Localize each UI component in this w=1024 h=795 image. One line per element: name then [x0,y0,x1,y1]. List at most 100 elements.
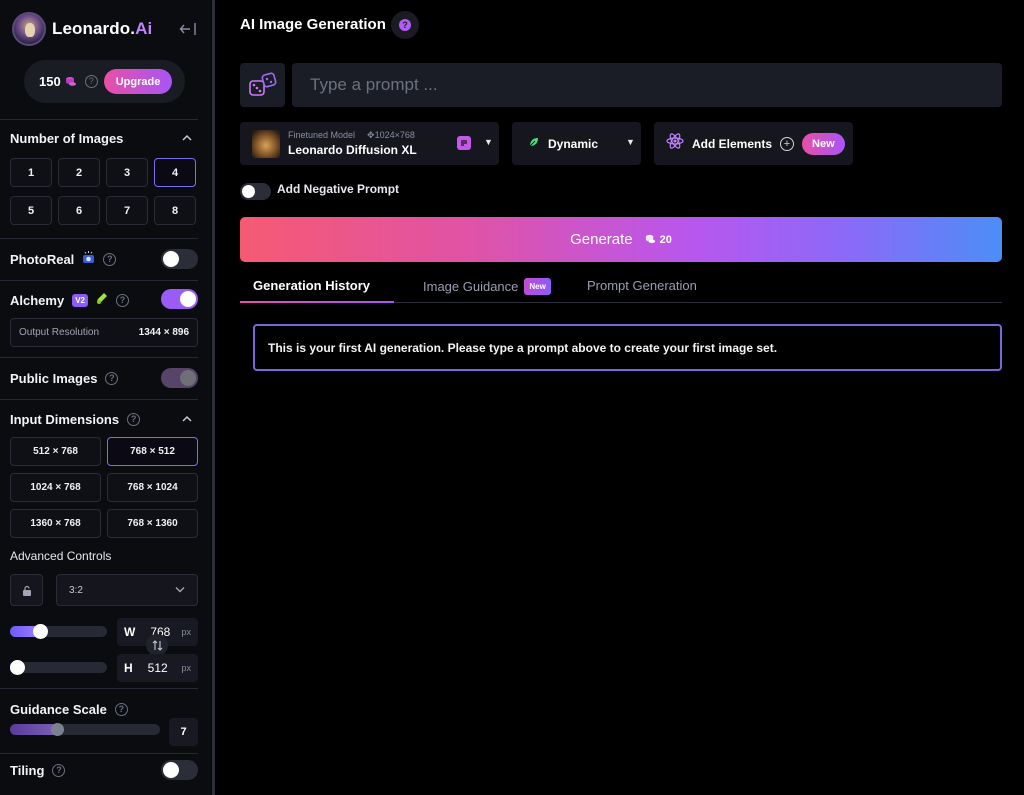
guidance-scale-slider[interactable] [10,723,160,736]
divider [0,688,198,689]
dimension-option[interactable]: 1360 × 768 [10,509,101,538]
aspect-lock-button[interactable] [10,574,43,606]
num-images-1[interactable]: 1 [10,158,52,187]
sidebar-border [212,0,215,795]
generation-tabs: Generation History Image Guidance New Pr… [240,270,1002,303]
flask-icon [96,292,108,308]
public-images-row: Public Images ? [10,371,119,386]
num-images-7[interactable]: 7 [106,196,148,225]
collapse-number-of-images-icon[interactable] [182,133,192,143]
dimension-option[interactable]: 768 × 1360 [107,509,198,538]
model-meta: Finetuned Model ✥1024×768 [288,130,417,141]
upgrade-button[interactable]: Upgrade [103,69,173,94]
number-of-images-title: Number of Images [10,131,124,146]
advanced-controls-label: Advanced Controls [10,549,112,563]
preset-style-label: Dynamic [548,136,599,151]
token-icon [65,76,77,88]
tab-generation-history[interactable]: Generation History [253,278,370,293]
tab-image-guidance[interactable]: Image Guidance New [423,278,551,295]
leaf-icon [528,136,540,151]
divider [0,119,198,120]
alchemy-label: Alchemy [10,292,65,308]
number-of-images-grid: 1 2 3 4 5 6 7 8 [10,158,198,225]
slider-thumb[interactable] [10,660,25,675]
input-dimensions-title: Input Dimensions [10,412,120,427]
photoreal-help-icon[interactable]: ? [103,252,117,266]
tab-label: Image Guidance [423,279,519,294]
toggle-knob [242,185,255,198]
alchemy-help-icon[interactable]: ? [116,293,129,307]
num-images-3[interactable]: 3 [106,158,148,187]
plus-circle-icon: + [780,136,795,151]
height-slider[interactable] [10,660,107,675]
guidance-scale-label: Guidance Scale [10,702,107,717]
photoreal-label: PhotoReal [10,251,75,267]
brand-name: Leonardo.Ai [52,19,153,38]
guidance-help-icon[interactable]: ? [114,703,128,716]
width-label: W [124,625,136,639]
logo-avatar [12,12,46,46]
dimension-option[interactable]: 768 × 1024 [107,473,198,502]
height-field[interactable]: H 512 px [117,654,198,682]
add-elements-label: Add Elements [692,136,773,151]
collapse-sidebar-icon[interactable] [178,20,198,38]
height-value[interactable]: 512 [148,661,168,675]
slider-thumb[interactable] [51,723,64,736]
input-dimensions-help-icon[interactable]: ? [127,413,141,426]
swap-icon [152,639,162,651]
width-unit: px [181,627,191,637]
new-badge: New [524,278,551,295]
num-images-2[interactable]: 2 [58,158,100,187]
help-icon: ? [399,19,411,31]
slider-thumb[interactable] [33,624,49,639]
preset-style-select[interactable]: Dynamic ▼ [512,122,641,165]
credits-count: 150 [39,74,61,89]
page-help-button[interactable]: ? [391,11,419,39]
num-images-4[interactable]: 4 [154,158,196,187]
negative-prompt-label: Add Negative Prompt [277,182,400,196]
aspect-ratio-select[interactable]: 3:2 [56,574,198,606]
model-settings-icon[interactable] [457,136,471,150]
tiling-help-icon[interactable]: ? [52,764,66,777]
collapse-input-dimensions-icon[interactable] [182,414,192,424]
tiling-label: Tiling [10,763,45,778]
add-elements-button[interactable]: Add Elements + New [654,122,853,165]
input-dimensions-grid: 512 × 768 768 × 512 1024 × 768 768 × 102… [10,437,198,538]
num-images-6[interactable]: 6 [58,196,100,225]
caret-down-icon: ▼ [484,137,493,147]
num-images-8[interactable]: 8 [154,196,196,225]
brand-logo[interactable]: Leonardo.Ai [12,12,202,46]
alchemy-toggle[interactable] [161,289,198,309]
random-prompt-button[interactable] [240,63,285,107]
toggle-knob [163,762,179,778]
model-select[interactable]: Finetuned Model ✥1024×768 Leonardo Diffu… [240,122,499,165]
credits-help-icon[interactable]: ? [84,75,98,88]
prompt-input[interactable] [292,63,1002,107]
guidance-scale-value[interactable]: 7 [169,718,198,746]
credits-panel: 150 ? Upgrade [24,60,185,103]
dimension-option[interactable]: 1024 × 768 [10,473,101,502]
photoreal-toggle[interactable] [161,249,198,269]
dimension-option[interactable]: 768 × 512 [107,437,198,466]
toggle-knob [180,370,196,386]
dimension-option[interactable]: 512 × 768 [10,437,101,466]
output-resolution-value: 1344 × 896 [138,327,189,338]
width-slider[interactable] [10,624,107,639]
token-icon [645,234,655,243]
public-images-toggle[interactable] [161,368,198,388]
divider [0,280,198,281]
swap-dimensions-button[interactable] [146,634,168,656]
num-images-5[interactable]: 5 [10,196,52,225]
negative-prompt-toggle[interactable] [240,183,271,200]
divider [0,238,198,239]
public-images-label: Public Images [10,371,98,386]
guidance-scale-row: Guidance Scale ? [10,702,128,717]
public-images-help-icon[interactable]: ? [105,372,119,385]
generate-button[interactable]: Generate 20 [240,217,1002,262]
tiling-toggle[interactable] [161,760,198,780]
first-generation-notice: This is your first AI generation. Please… [253,324,1002,371]
divider [0,399,198,400]
tab-prompt-generation[interactable]: Prompt Generation [587,278,697,293]
atom-icon [666,132,684,155]
generate-label: Generate [570,231,633,248]
